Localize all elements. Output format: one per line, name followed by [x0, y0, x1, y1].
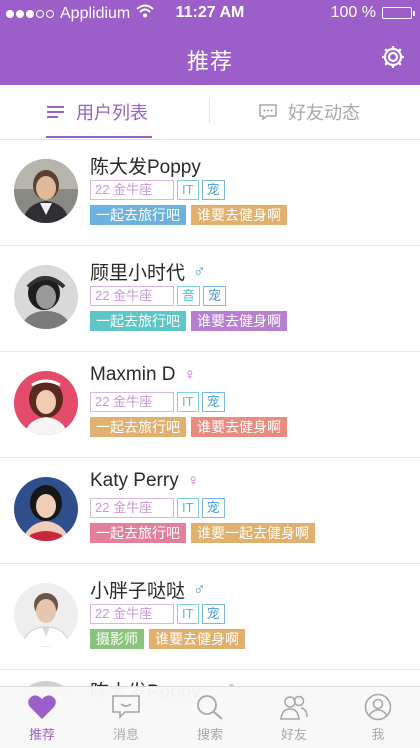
pet-tag: 宠	[201, 180, 225, 200]
pet-tag: 宠	[201, 604, 225, 624]
user-name: Katy Perry	[90, 470, 179, 491]
user-name: 顾里小时代	[90, 263, 186, 284]
hobby-tags: 一起去旅行吧 谁要一起去健身啊	[90, 523, 315, 543]
hobby-tag[interactable]: 一起去旅行吧	[90, 311, 186, 331]
hobby-tag[interactable]: 一起去旅行吧	[90, 523, 186, 543]
job-tag: IT	[177, 392, 199, 412]
tabbar-label: 好友	[280, 727, 307, 742]
age-sign-tag: 22 金牛座	[90, 498, 174, 518]
heart-icon	[28, 695, 56, 719]
avatar[interactable]	[14, 477, 78, 541]
avatar[interactable]	[14, 371, 78, 435]
avatar[interactable]	[14, 265, 78, 329]
tab-friend-feed[interactable]: 好友动态	[258, 85, 360, 139]
chat-bubble-icon	[259, 104, 277, 121]
tabbar-item-me[interactable]: 我	[336, 687, 420, 748]
search-icon	[197, 695, 223, 720]
female-icon: ♀	[183, 365, 197, 384]
active-tab-indicator	[46, 136, 152, 138]
hobby-tags: 一起去旅行吧 谁要去健身啊	[90, 311, 287, 331]
age-sign-tag: 22 金牛座	[90, 180, 174, 200]
battery-percent: 100 %	[330, 4, 376, 21]
age-sign-tag: 22 金牛座	[90, 286, 174, 306]
avatar[interactable]	[14, 583, 78, 647]
hobby-tags: 一起去旅行吧 谁要去健身啊	[90, 205, 287, 225]
job-tag: IT	[177, 498, 199, 518]
hobby-tag[interactable]: 谁要去健身啊	[149, 629, 245, 649]
age-sign-tag: 22 金牛座	[90, 604, 174, 624]
list-item[interactable]: Katy Perry ♀ 22 金牛座 IT 宠 一起去旅行吧 谁要一起去健身啊	[0, 458, 420, 564]
bottom-tab-bar: 推荐 消息 搜索 好友 我	[0, 686, 420, 748]
list-icon	[47, 106, 64, 118]
tab-label: 好友动态	[288, 103, 360, 123]
profile-tags: 22 金牛座 IT 宠	[90, 392, 225, 412]
tabbar-item-friends[interactable]: 好友	[252, 687, 336, 748]
user-name: Maxmin D	[90, 364, 176, 385]
user-name-line: 顾里小时代 ♂	[90, 258, 206, 285]
hobby-tag[interactable]: 谁要一起去健身啊	[191, 523, 315, 543]
hobby-tag[interactable]: 一起去旅行吧	[90, 417, 186, 437]
segment-tabs: 用户列表 好友动态	[0, 85, 420, 140]
profile-tags: 22 金牛座 IT 宠	[90, 604, 225, 624]
pet-tag: 宠	[203, 286, 227, 306]
hobby-tags: 一起去旅行吧 谁要去健身啊	[90, 417, 287, 437]
male-icon: ♂	[193, 261, 206, 281]
top-bar: Applidium 11:27 AM 100 % 推荐	[0, 0, 420, 85]
status-bar: Applidium 11:27 AM 100 %	[0, 0, 420, 26]
profile-icon	[364, 693, 392, 721]
tab-user-list[interactable]: 用户列表	[46, 85, 148, 139]
pet-tag: 宠	[201, 498, 225, 518]
list-item[interactable]: 陈大发Poppy 22 金牛座 IT 宠 一起去旅行吧 谁要去健身啊	[0, 140, 420, 246]
pet-tag: 宠	[201, 392, 225, 412]
tabbar-item-recommend[interactable]: 推荐	[0, 687, 84, 748]
battery-icon	[382, 7, 415, 19]
hobby-tag[interactable]: 谁要去健身啊	[191, 205, 287, 225]
profile-tags: 22 金牛座 IT 宠	[90, 498, 225, 518]
user-list: 陈大发Poppy 22 金牛座 IT 宠 一起去旅行吧 谁要去健身啊 顾里小时代…	[0, 140, 420, 670]
age-sign-tag: 22 金牛座	[90, 392, 174, 412]
friends-icon	[280, 695, 308, 720]
hobby-tag[interactable]: 谁要去健身啊	[191, 311, 287, 331]
battery: 100 %	[330, 4, 415, 22]
list-item[interactable]: Maxmin D ♀ 22 金牛座 IT 宠 一起去旅行吧 谁要去健身啊	[0, 352, 420, 458]
hobby-tag[interactable]: 一起去旅行吧	[90, 205, 186, 225]
job-tag: IT	[177, 180, 199, 200]
gear-icon[interactable]	[380, 44, 406, 70]
profile-tags: 22 金牛座 IT 宠	[90, 180, 225, 200]
user-name-line: 陈大发Poppy	[90, 152, 201, 179]
user-name: 小胖子哒哒	[90, 581, 186, 602]
list-item[interactable]: 小胖子哒哒 ♂ 22 金牛座 IT 宠 摄影师 谁要去健身啊	[0, 564, 420, 670]
tabbar-label: 我	[371, 727, 385, 742]
job-tag: IT	[177, 604, 199, 624]
page-title: 推荐	[186, 49, 233, 74]
tabbar-item-search[interactable]: 搜索	[168, 687, 252, 748]
male-icon: ♂	[193, 579, 206, 599]
user-name-line: Katy Perry ♀	[90, 470, 199, 492]
hobby-tags: 摄影师 谁要去健身啊	[90, 629, 245, 649]
job-tag: 音	[177, 286, 201, 306]
message-icon	[112, 695, 140, 719]
tabbar-label: 消息	[112, 727, 139, 742]
hobby-tag[interactable]: 摄影师	[90, 629, 144, 649]
tabbar-label: 搜索	[196, 727, 223, 742]
female-icon: ♀	[186, 471, 200, 490]
profile-tags: 22 金牛座 音 宠	[90, 286, 227, 306]
user-name-line: 小胖子哒哒 ♂	[90, 576, 206, 603]
hobby-tag[interactable]: 谁要去健身啊	[191, 417, 287, 437]
tabbar-label: 推荐	[28, 727, 55, 742]
tab-divider	[209, 99, 210, 123]
tabbar-item-messages[interactable]: 消息	[84, 687, 168, 748]
user-name: 陈大发Poppy	[90, 157, 201, 178]
user-name-line: Maxmin D ♀	[90, 364, 196, 386]
list-item[interactable]: 顾里小时代 ♂ 22 金牛座 音 宠 一起去旅行吧 谁要去健身啊	[0, 246, 420, 352]
avatar[interactable]	[14, 159, 78, 223]
tab-label: 用户列表	[76, 103, 148, 123]
